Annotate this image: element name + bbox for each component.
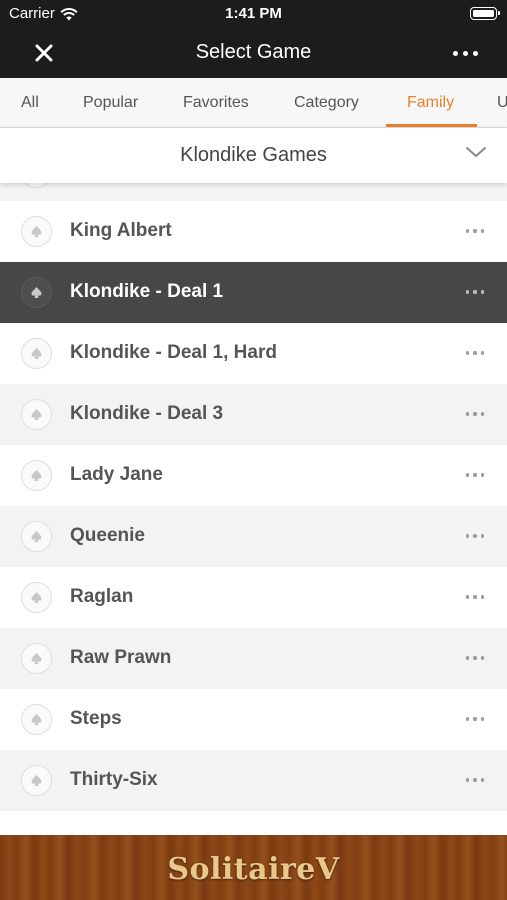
game-name: Thirty-Six (70, 769, 158, 790)
card-suit-icon (21, 216, 52, 247)
card-suit-icon (21, 521, 52, 552)
family-selector[interactable]: Klondike Games (0, 128, 507, 183)
list-item[interactable]: Steps (0, 689, 507, 750)
list-item[interactable]: Klondike - Deal 3 (0, 384, 507, 445)
more-icon (465, 412, 470, 416)
game-name: Klondike - Deal 3 (70, 403, 224, 424)
card-suit-icon (21, 183, 52, 188)
game-name: King Albert (70, 220, 172, 241)
app-banner[interactable]: SolitaireV (0, 835, 507, 900)
row-more-button[interactable] (457, 465, 493, 485)
app-logo: SolitaireV (167, 852, 340, 887)
tab-popular[interactable]: Popular (83, 78, 138, 127)
status-time: 1:41 PM (225, 5, 282, 22)
family-title: Klondike Games (180, 144, 327, 166)
game-name: Klondike - Deal 1 (70, 281, 224, 302)
card-suit-icon (21, 765, 52, 796)
tab-category[interactable]: Category (294, 78, 359, 127)
card-suit-icon (21, 704, 52, 735)
navigation-bar: Select Game (0, 28, 507, 78)
tab-all[interactable]: All (21, 78, 39, 127)
page-title: Select Game (195, 41, 312, 63)
list-item[interactable]: Raw Prawn (0, 628, 507, 689)
row-more-button[interactable] (457, 221, 493, 241)
game-name: Steps (70, 708, 122, 729)
list-item[interactable]: Klondike - Deal 1, Hard (0, 323, 507, 384)
tab-favorites[interactable]: Favorites (183, 78, 249, 127)
row-more-button[interactable] (457, 282, 493, 302)
list-item-partial (0, 811, 507, 835)
row-more-button[interactable] (457, 587, 493, 607)
list-item[interactable]: Thirty-Six (0, 750, 507, 811)
more-icon (465, 229, 470, 233)
more-icon (452, 50, 458, 56)
category-tabs: All Popular Favorites Category Family U (0, 78, 507, 128)
card-suit-icon (21, 643, 52, 674)
chevron-down-icon (466, 147, 486, 158)
row-more-button[interactable] (457, 709, 493, 729)
more-icon (465, 473, 470, 477)
game-list: King Albert Klondike - Deal 1 Klondike - D… (0, 183, 507, 835)
game-name: Queenie (70, 525, 145, 546)
row-more-button[interactable] (457, 648, 493, 668)
game-name: Lady Jane (70, 464, 163, 485)
more-options-button[interactable] (445, 40, 485, 66)
tab-family[interactable]: Family (407, 78, 454, 127)
battery-icon (470, 7, 500, 20)
row-more-button[interactable] (457, 343, 493, 363)
card-suit-icon (21, 399, 52, 430)
active-tab-indicator (386, 124, 477, 127)
list-item[interactable]: Raglan (0, 567, 507, 628)
more-icon (465, 717, 470, 721)
card-suit-icon (21, 338, 52, 369)
row-more-button[interactable] (457, 770, 493, 790)
row-more-button[interactable] (457, 404, 493, 424)
game-name: Raw Prawn (70, 647, 172, 668)
more-icon (465, 534, 470, 538)
list-item-partial (0, 183, 507, 201)
more-icon (465, 656, 470, 660)
card-suit-icon (21, 277, 52, 308)
status-bar: Carrier 1:41 PM (0, 0, 507, 28)
card-suit-icon (21, 460, 52, 491)
game-name: Klondike - Deal 1, Hard (70, 342, 277, 363)
more-icon (465, 595, 470, 599)
row-more-button[interactable] (457, 526, 493, 546)
more-icon (465, 778, 470, 782)
select-game-screen: Carrier 1:41 PM Select Game All Popular … (0, 0, 507, 900)
list-item[interactable]: Queenie (0, 506, 507, 567)
more-icon (465, 290, 470, 294)
more-icon (465, 351, 470, 355)
list-item[interactable]: Lady Jane (0, 445, 507, 506)
tab-partial[interactable]: U (497, 78, 507, 127)
card-suit-icon (21, 582, 52, 613)
list-item[interactable]: Klondike - Deal 1 (0, 262, 507, 323)
game-name: Raglan (70, 586, 134, 607)
list-item[interactable]: King Albert (0, 201, 507, 262)
